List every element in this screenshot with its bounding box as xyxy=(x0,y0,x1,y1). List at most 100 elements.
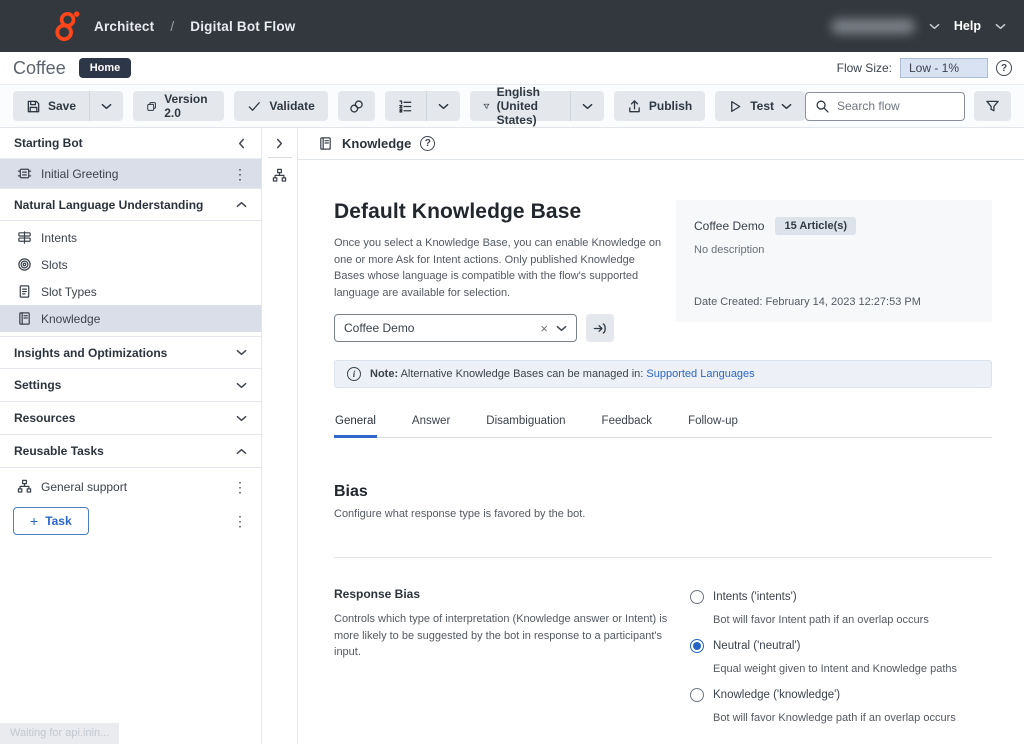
add-task-label: Task xyxy=(45,514,71,528)
sidebar-section-nlu[interactable]: Natural Language Understanding xyxy=(0,188,261,221)
knowledge-base-card: Coffee Demo 15 Article(s) No description… xyxy=(676,200,992,322)
help-menu[interactable]: Help xyxy=(954,19,981,33)
sidebar-item-initial-greeting[interactable]: Initial Greeting ⋮ xyxy=(0,159,261,188)
response-bias-description: Controls which type of interpretation (K… xyxy=(334,611,674,661)
kb-tabs: General Answer Disambiguation Feedback F… xyxy=(334,409,992,438)
tab-answer[interactable]: Answer xyxy=(411,409,451,437)
check-icon xyxy=(247,99,262,114)
intents-icon xyxy=(17,230,32,245)
supported-languages-link[interactable]: Supported Languages xyxy=(646,368,754,380)
tab-follow-up[interactable]: Follow-up xyxy=(687,409,739,437)
side-rail xyxy=(262,128,298,744)
sidebar-section-insights[interactable]: Insights and Optimizations xyxy=(0,336,261,369)
articles-count-badge: 15 Article(s) xyxy=(775,217,856,235)
sidebar-section-resources[interactable]: Resources xyxy=(0,402,261,435)
language-selector[interactable]: English (United States) xyxy=(470,91,604,121)
bot-chip-icon xyxy=(17,166,32,181)
sidebar-section-starting-bot[interactable]: Starting Bot xyxy=(0,128,261,159)
save-menu-button[interactable] xyxy=(89,91,123,121)
ordered-list-button[interactable] xyxy=(385,91,460,121)
insights-chevron-down-icon[interactable] xyxy=(236,349,247,356)
knowledge-panel-header: Knowledge ? xyxy=(298,128,1024,160)
main-panel: Knowledge ? Default Knowledge Base Once … xyxy=(298,128,1024,744)
section-divider xyxy=(334,557,992,558)
sidebar-item-intents[interactable]: Intents xyxy=(0,224,261,251)
validate-button[interactable]: Validate xyxy=(234,91,327,121)
radio-neutral-helper: Equal weight given to Intent and Knowled… xyxy=(713,663,957,675)
reusable-tasks-chevron-up-icon[interactable] xyxy=(236,448,247,455)
task-kebab-icon[interactable]: ⋮ xyxy=(233,514,247,528)
link-resources-button[interactable] xyxy=(338,91,375,121)
funnel-icon xyxy=(483,99,490,114)
add-task-button[interactable]: + Task xyxy=(13,507,89,535)
radio-knowledge-label: Knowledge ('knowledge') xyxy=(713,689,840,701)
sidebar-section-reusable-tasks[interactable]: Reusable Tasks xyxy=(0,435,261,468)
settings-chevron-down-icon[interactable] xyxy=(236,382,247,389)
search-flow-input[interactable] xyxy=(837,99,947,113)
publish-label: Publish xyxy=(649,99,692,113)
radio-checked-icon[interactable] xyxy=(690,639,704,653)
general-support-kebab-icon[interactable]: ⋮ xyxy=(233,480,247,494)
radio-option-neutral[interactable]: Neutral ('neutral') xyxy=(690,639,957,653)
toolbar: Save Version 2.0 Validate xyxy=(0,85,1024,128)
general-support-label: General support xyxy=(41,480,127,494)
settings-title: Settings xyxy=(14,378,61,392)
link-icon xyxy=(349,99,364,114)
help-chevron-down-icon[interactable] xyxy=(995,23,1006,30)
ordered-list-chevron-down-icon xyxy=(438,103,449,110)
knowledge-help-icon[interactable]: ? xyxy=(420,136,435,151)
sidebar-item-knowledge[interactable]: Knowledge xyxy=(0,305,261,332)
language-label: English (United States) xyxy=(497,85,557,127)
version-button[interactable]: Version 2.0 xyxy=(133,91,224,121)
kb-select[interactable]: Coffee Demo × xyxy=(334,314,577,342)
card-date-created: Date Created: February 14, 2023 12:27:53… xyxy=(694,270,974,308)
tab-general[interactable]: General xyxy=(334,409,377,437)
collapse-chevron-left-icon[interactable] xyxy=(238,138,245,149)
radio-option-intents[interactable]: Intents ('intents') xyxy=(690,590,957,604)
slot-types-icon xyxy=(17,284,32,299)
sidebar-section-settings[interactable]: Settings xyxy=(0,369,261,402)
radio-unchecked-icon[interactable] xyxy=(690,590,704,604)
language-chevron-down-icon xyxy=(582,103,593,110)
user-chevron-down-icon[interactable] xyxy=(929,23,940,30)
home-badge[interactable]: Home xyxy=(79,58,132,78)
nav-right-cluster: Help xyxy=(831,19,1006,34)
flow-view-sitemap-icon[interactable] xyxy=(272,168,287,183)
publish-icon xyxy=(627,99,642,114)
save-button[interactable]: Save xyxy=(13,91,123,121)
sidebar-item-slot-types[interactable]: Slot Types xyxy=(0,278,261,305)
sidebar-item-general-support[interactable]: General support ⋮ xyxy=(0,472,261,501)
resources-chevron-down-icon[interactable] xyxy=(236,415,247,422)
test-label: Test xyxy=(750,99,774,113)
select-chevron-down-icon[interactable] xyxy=(556,325,567,332)
flow-size-help-icon[interactable]: ? xyxy=(996,60,1012,76)
breadcrumb-separator: / xyxy=(166,19,178,34)
user-menu[interactable] xyxy=(831,19,915,34)
radio-option-knowledge[interactable]: Knowledge ('knowledge') xyxy=(690,688,957,702)
radio-unchecked-icon[interactable] xyxy=(690,688,704,702)
expand-chevron-right-icon[interactable] xyxy=(276,138,283,149)
date-created-value: February 14, 2023 12:27:53 PM xyxy=(766,296,921,308)
top-navbar: Architect / Digital Bot Flow Help xyxy=(0,0,1024,52)
date-created-label: Date Created: xyxy=(694,296,762,308)
publish-button[interactable]: Publish xyxy=(614,91,705,121)
search-filter-button[interactable] xyxy=(974,91,1011,121)
ordered-list-menu-button[interactable] xyxy=(426,91,460,121)
reusable-tasks-title: Reusable Tasks xyxy=(14,444,104,458)
sidebar: Starting Bot Initial Greeting ⋮ Natural … xyxy=(0,128,262,744)
tab-disambiguation[interactable]: Disambiguation xyxy=(485,409,566,437)
architect-app: Architect / Digital Bot Flow Help Coffee… xyxy=(0,0,1024,744)
test-button[interactable]: Test xyxy=(715,91,805,121)
language-menu-button[interactable] xyxy=(570,91,604,121)
open-knowledge-base-button[interactable] xyxy=(586,314,614,342)
initial-greeting-kebab-icon[interactable]: ⋮ xyxy=(233,167,247,181)
breadcrumb-product[interactable]: Architect xyxy=(94,19,154,34)
sidebar-item-slots[interactable]: Slots xyxy=(0,251,261,278)
tab-feedback[interactable]: Feedback xyxy=(601,409,654,437)
flow-name: Coffee xyxy=(13,58,66,79)
radio-knowledge-helper: Bot will favor Knowledge path if an over… xyxy=(713,712,957,724)
clear-selection-icon[interactable]: × xyxy=(540,321,556,336)
nlu-chevron-up-icon[interactable] xyxy=(236,201,247,208)
save-icon xyxy=(26,99,41,114)
slots-icon xyxy=(17,257,32,272)
